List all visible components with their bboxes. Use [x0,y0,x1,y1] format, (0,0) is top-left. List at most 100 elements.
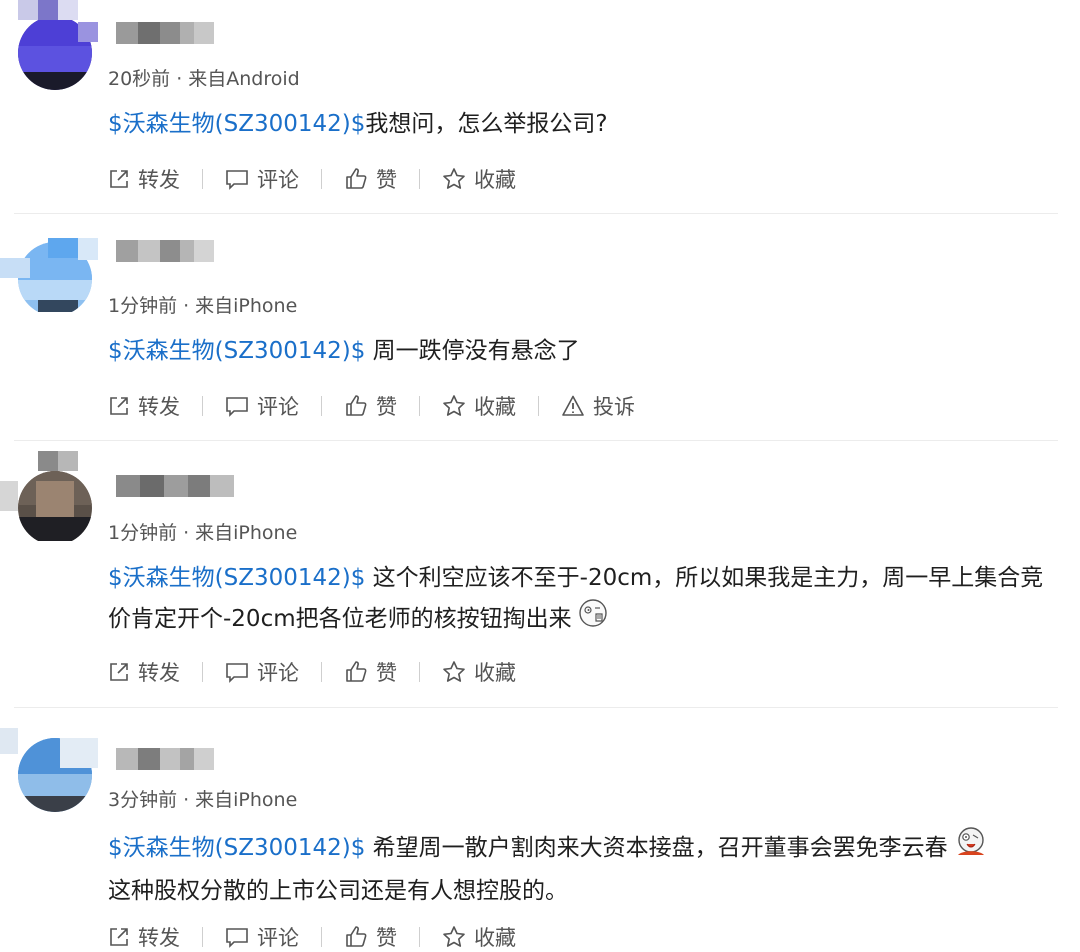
post-meta: 3分钟前 · 来自iPhone [108,789,298,811]
post-actions: 转发 评论 赞 收藏 [108,922,516,952]
like-button[interactable]: 赞 [344,391,397,421]
comment-button[interactable]: 评论 [225,164,299,194]
repost-button[interactable]: 转发 [108,657,180,687]
username-pixelated[interactable] [116,240,214,262]
post-content: $沃森生物(SZ300142)$ 这个利空应该不至于-20cm，所以如果我是主力… [108,558,1063,641]
comment-button[interactable]: 评论 [225,922,299,952]
report-button[interactable]: 投诉 [561,391,635,421]
post-source: 来自Android [188,68,300,90]
divider-bar [419,169,420,189]
user-avatar[interactable] [0,0,100,90]
repost-button[interactable]: 转发 [108,922,180,952]
favorite-label: 收藏 [474,661,516,685]
comment-icon [226,397,248,417]
like-button[interactable]: 赞 [344,164,397,194]
username-pixelated[interactable] [116,475,234,497]
username-pixelated[interactable] [116,748,214,770]
favorite-button[interactable]: 收藏 [442,391,516,421]
stock-link[interactable]: $沃森生物(SZ300142)$ [108,111,365,137]
divider-bar [419,662,420,682]
post-item: 1分钟前 · 来自iPhone $沃森生物(SZ300142)$ 这个利空应该不至于… [0,441,1080,707]
post-item: 3分钟前 · 来自iPhone $沃森生物(SZ300142)$ 希望周一散户割肉来… [0,708,1080,950]
divider-bar [419,927,420,947]
divider-bar [321,396,322,416]
thumbs-up-icon [346,661,367,682]
star-icon [443,168,465,189]
post-time: 3分钟前 [108,789,178,811]
repost-label: 转发 [138,168,180,192]
comment-label: 评论 [257,395,299,419]
comment-icon [226,663,248,683]
stock-link[interactable]: $沃森生物(SZ300142)$ [108,338,365,364]
post-meta: 1分钟前 · 来自iPhone [108,295,298,317]
divider-bar [321,927,322,947]
repost-button[interactable]: 转发 [108,164,180,194]
user-avatar[interactable] [0,222,100,312]
favorite-button[interactable]: 收藏 [442,922,516,952]
post-item: 1分钟前 · 来自iPhone $沃森生物(SZ300142)$ 周一跌停没有悬念了… [0,214,1080,441]
user-avatar[interactable] [0,451,100,541]
repost-button[interactable]: 转发 [108,391,180,421]
repost-icon [110,397,128,415]
star-icon [443,926,465,947]
favorite-button[interactable]: 收藏 [442,657,516,687]
thumbs-up-icon [346,926,367,947]
post-content: $沃森生物(SZ300142)$ 希望周一散户割肉来大资本接盘，召开董事会罢免李… [108,826,1063,911]
thumbs-up-icon [346,168,367,189]
post-text: 周一跌停没有悬念了 [365,338,580,364]
post-text: 希望周一散户割肉来大资本接盘，召开董事会罢免李云春 [365,835,948,861]
divider-bar [202,396,203,416]
post-content: $沃森生物(SZ300142)$我想问，怎么举报公司? [108,104,1063,144]
repost-icon [110,170,128,188]
post-time: 1分钟前 [108,295,178,317]
post-meta: 20秒前 · 来自Android [108,68,300,90]
favorite-label: 收藏 [474,168,516,192]
divider-bar [202,927,203,947]
post-content: $沃森生物(SZ300142)$ 周一跌停没有悬念了 [108,331,1063,371]
stock-link[interactable]: $沃森生物(SZ300142)$ [108,835,365,861]
bleeding-face-emoji [954,826,988,871]
post-time: 1分钟前 [108,522,178,544]
like-button[interactable]: 赞 [344,657,397,687]
post-source: 来自iPhone [195,789,298,811]
like-label: 赞 [376,661,397,685]
divider-bar [321,662,322,682]
post-meta: 1分钟前 · 来自iPhone [108,522,298,544]
comment-icon [226,928,248,948]
comment-label: 评论 [257,926,299,950]
repost-label: 转发 [138,661,180,685]
post-text: 我想问，怎么举报公司? [365,111,608,137]
user-avatar[interactable] [0,728,100,818]
divider-bar [202,169,203,189]
post-actions: 转发 评论 赞 收藏 [108,164,516,194]
repost-label: 转发 [138,395,180,419]
star-icon [443,395,465,416]
stock-link[interactable]: $沃森生物(SZ300142)$ [108,565,365,591]
comment-button[interactable]: 评论 [225,657,299,687]
repost-icon [110,928,128,946]
username-pixelated[interactable] [116,22,214,44]
favorite-button[interactable]: 收藏 [442,164,516,194]
post-time: 20秒前 [108,68,171,90]
warning-icon [562,395,584,416]
post-item: 20秒前 · 来自Android $沃森生物(SZ300142)$我想问，怎么举报公… [0,0,1080,213]
divider-bar [538,396,539,416]
post-text-continued: 这种股权分散的上市公司还是有人想控股的。 [108,878,568,904]
divider-bar [419,396,420,416]
like-label: 赞 [376,926,397,950]
comment-button[interactable]: 评论 [225,391,299,421]
like-label: 赞 [376,395,397,419]
repost-icon [110,663,128,681]
comment-icon [226,170,248,190]
favorite-label: 收藏 [474,395,516,419]
like-button[interactable]: 赞 [344,922,397,952]
favorite-label: 收藏 [474,926,516,950]
star-icon [443,661,465,682]
comment-label: 评论 [257,168,299,192]
report-label: 投诉 [593,395,635,419]
post-actions: 转发 评论 赞 收藏 投诉 [108,391,635,421]
repost-label: 转发 [138,926,180,950]
divider-bar [202,662,203,682]
post-source: 来自iPhone [195,522,298,544]
thinking-face-emoji [578,598,608,641]
